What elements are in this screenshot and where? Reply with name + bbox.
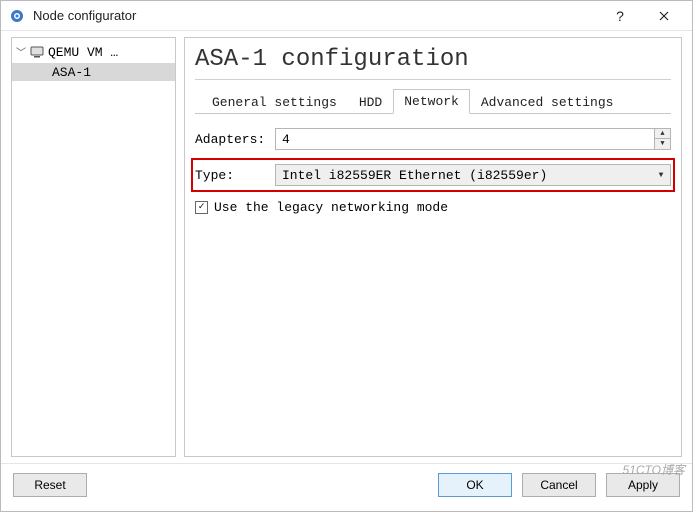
tab-general[interactable]: General settings: [201, 90, 348, 114]
panel-title: ASA-1 configuration: [195, 46, 671, 73]
type-combobox[interactable]: Intel i82559ER Ethernet (i82559er) ▼: [275, 164, 671, 186]
tree-child-label: ASA-1: [52, 65, 91, 80]
network-form: Adapters: 4 ▲ ▼ Type: Intel i82559ER Eth…: [195, 114, 671, 215]
titlebar: Node configurator ?: [1, 1, 692, 31]
spin-up-icon[interactable]: ▲: [655, 129, 670, 139]
reset-button[interactable]: Reset: [13, 473, 87, 497]
node-tree[interactable]: ﹀ QEMU VM … ASA-1: [11, 37, 176, 457]
tree-child-item[interactable]: ASA-1: [12, 63, 175, 81]
tab-network[interactable]: Network: [393, 89, 470, 114]
type-highlight: Type: Intel i82559ER Ethernet (i82559er)…: [191, 158, 675, 192]
spin-down-icon[interactable]: ▼: [655, 139, 670, 149]
close-button[interactable]: [642, 1, 686, 31]
cancel-button[interactable]: Cancel: [522, 473, 596, 497]
tab-hdd[interactable]: HDD: [348, 90, 393, 114]
dialog-footer: Reset OK Cancel Apply: [1, 463, 692, 505]
legacy-row[interactable]: ✓ Use the legacy networking mode: [195, 200, 671, 215]
adapters-value: 4: [276, 132, 654, 147]
type-value: Intel i82559ER Ethernet (i82559er): [276, 168, 652, 183]
adapters-spinbox[interactable]: 4 ▲ ▼: [275, 128, 671, 150]
vm-icon: [30, 46, 44, 58]
legacy-label: Use the legacy networking mode: [214, 200, 448, 215]
tab-advanced[interactable]: Advanced settings: [470, 90, 625, 114]
chevron-down-icon[interactable]: ﹀: [16, 44, 26, 60]
config-panel: ASA-1 configuration General settings HDD…: [184, 37, 682, 457]
apply-button[interactable]: Apply: [606, 473, 680, 497]
type-label: Type:: [195, 168, 275, 183]
help-button[interactable]: ?: [598, 1, 642, 31]
tree-root-label: QEMU VM …: [48, 45, 118, 60]
adapters-label: Adapters:: [195, 132, 275, 147]
app-icon: [9, 8, 25, 24]
tab-bar: General settings HDD Network Advanced se…: [195, 88, 671, 114]
chevron-down-icon[interactable]: ▼: [652, 171, 670, 180]
tree-root-item[interactable]: ﹀ QEMU VM …: [12, 42, 175, 62]
ok-button[interactable]: OK: [438, 473, 512, 497]
window-title: Node configurator: [33, 8, 136, 23]
legacy-checkbox[interactable]: ✓: [195, 201, 208, 214]
